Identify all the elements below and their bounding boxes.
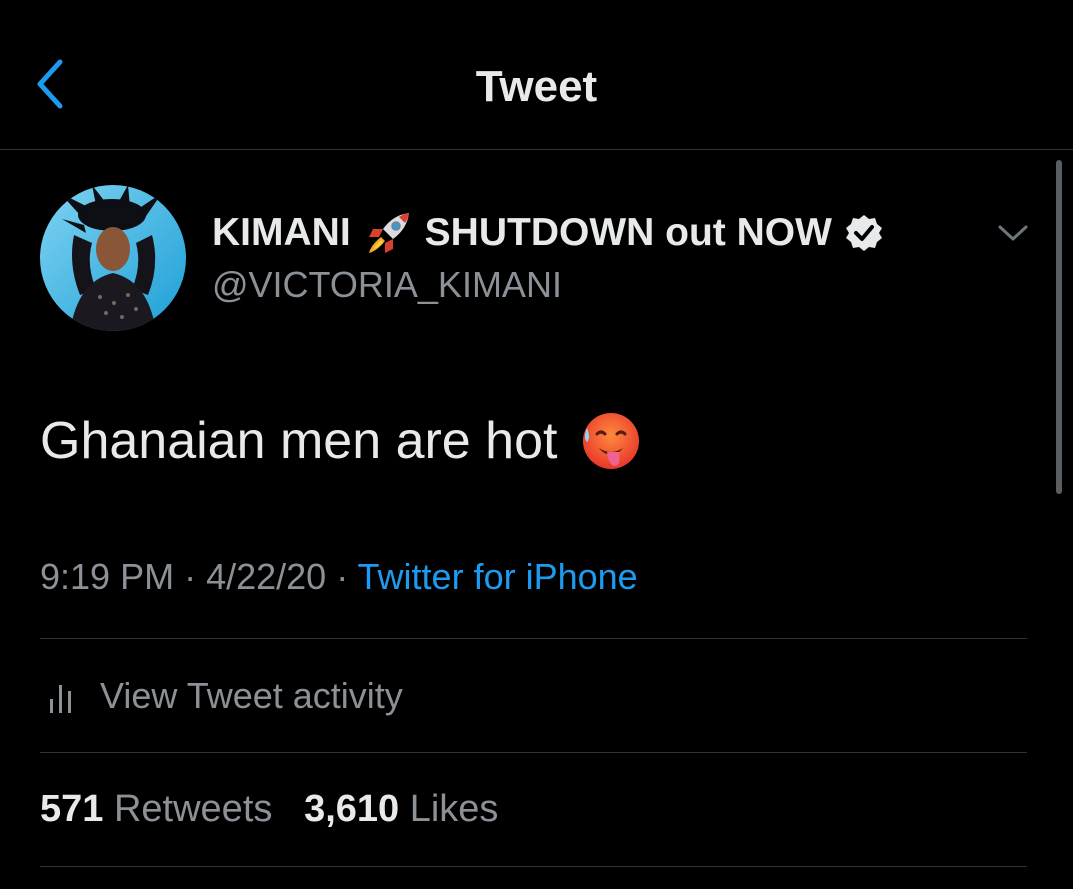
- divider: [40, 752, 1027, 753]
- verified-badge-icon: [845, 215, 882, 251]
- retweets-label: Retweets: [113, 788, 273, 830]
- chevron-down-icon: [998, 225, 1028, 241]
- scrollbar[interactable]: [1056, 160, 1062, 494]
- display-name-part2: SHUTDOWN out NOW: [424, 211, 832, 254]
- tweet-options-button[interactable]: [996, 222, 1030, 244]
- likes-label: Likes: [409, 788, 499, 830]
- display-name-row[interactable]: KIMANI SHUTDOWN out NOW: [212, 208, 884, 258]
- analytics-bars-icon: [50, 685, 71, 713]
- rocket-icon: [368, 213, 409, 253]
- view-tweet-activity-button[interactable]: View Tweet activity: [40, 674, 403, 718]
- view-tweet-activity-label: View Tweet activity: [100, 675, 403, 716]
- avatar-image: [40, 185, 186, 331]
- hot-face-icon: [583, 413, 640, 469]
- divider: [40, 866, 1027, 867]
- avatar[interactable]: [40, 185, 186, 331]
- retweets-count: 571: [40, 788, 104, 830]
- tweet-time: 9:19 PM: [40, 556, 175, 597]
- likes-count: 3,610: [304, 788, 400, 830]
- page-title: Tweet: [475, 62, 598, 111]
- tweet-meta: 9:19 PM · 4/22/20 · Twitter for iPhone: [40, 556, 638, 598]
- top-bar: Tweet: [0, 0, 1073, 150]
- meta-separator: ·: [174, 556, 207, 597]
- tweet-stats: 571 Retweets 3,610 Likes: [40, 788, 498, 831]
- divider: [40, 638, 1027, 639]
- tweet-date: 4/22/20: [206, 556, 327, 597]
- tweet-source-link[interactable]: Twitter for iPhone: [358, 556, 638, 597]
- display-name-part1: KIMANI: [212, 211, 351, 254]
- retweets-stat[interactable]: 571 Retweets: [40, 788, 272, 830]
- tweet-body: Ghanaian men are hot: [40, 408, 641, 474]
- tweet-text: Ghanaian men are hot: [40, 412, 558, 470]
- meta-separator: ·: [326, 556, 358, 597]
- likes-stat[interactable]: 3,610 Likes: [304, 788, 498, 830]
- author-handle[interactable]: @VICTORIA_KIMANI: [212, 264, 562, 306]
